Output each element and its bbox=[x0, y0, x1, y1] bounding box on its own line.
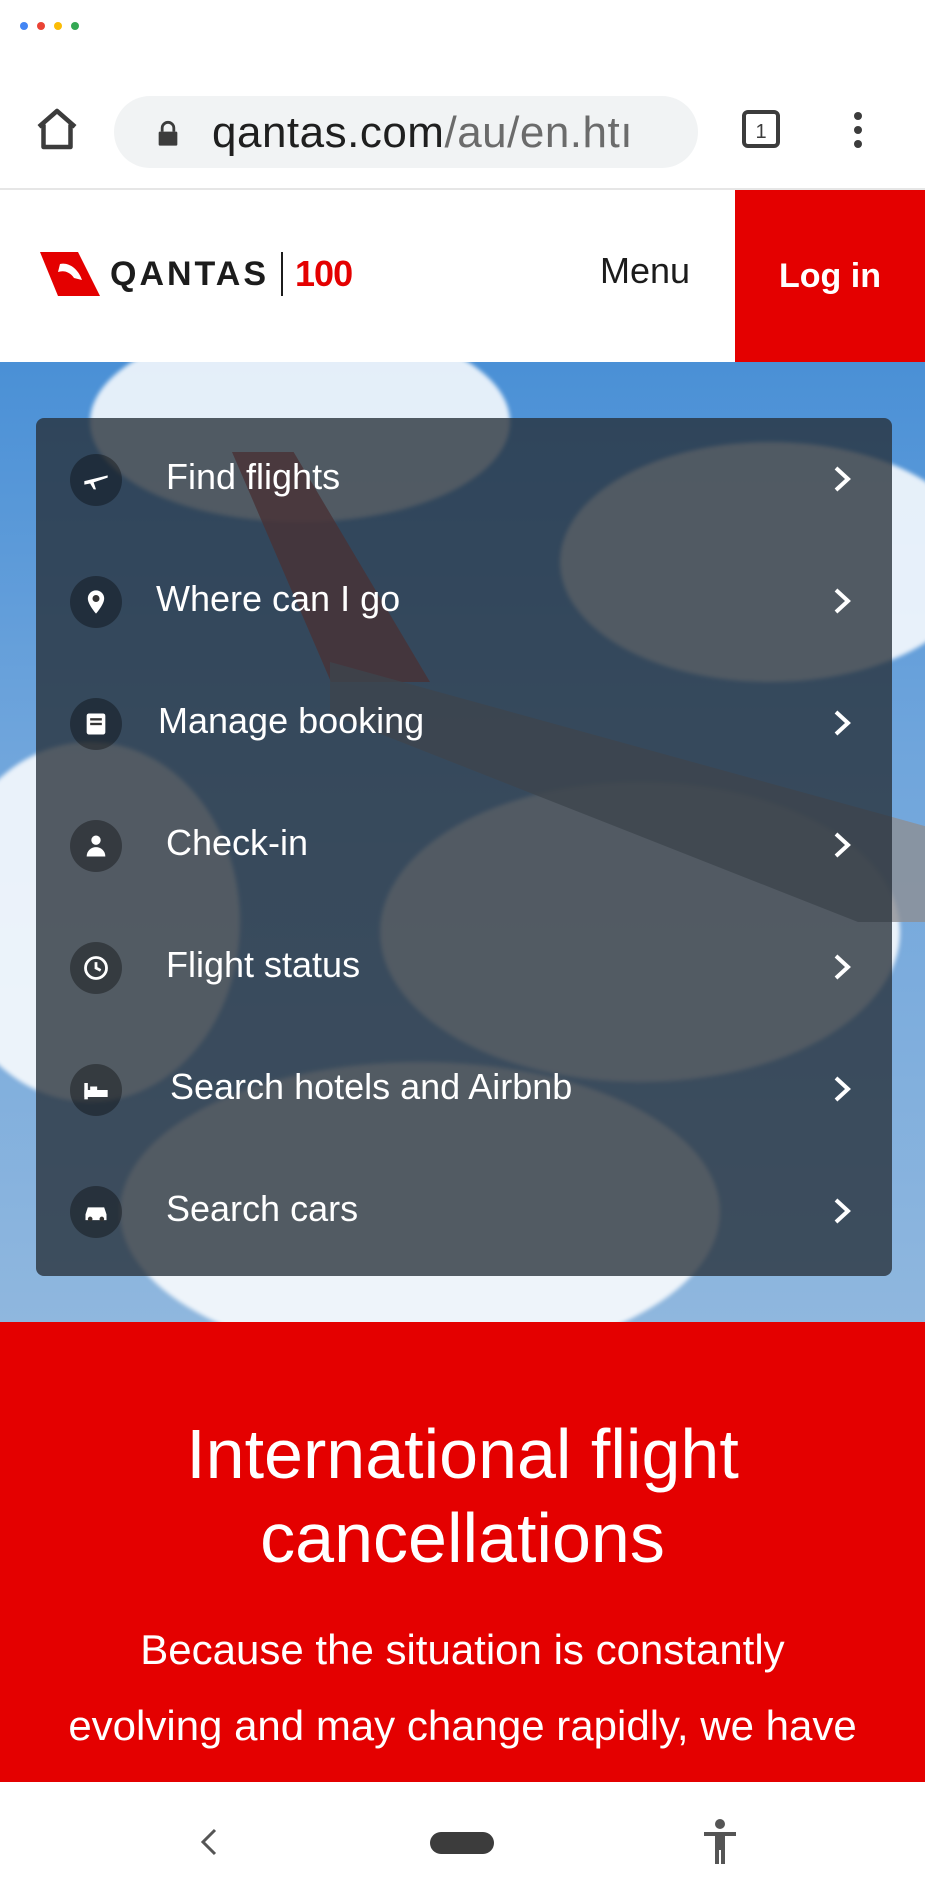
home-icon[interactable] bbox=[30, 102, 84, 156]
chevron-right-icon bbox=[834, 954, 851, 980]
alert-body: Because the situation is constantly evol… bbox=[68, 1626, 857, 1782]
status-dots bbox=[20, 22, 79, 30]
action-label: Check-in bbox=[166, 822, 309, 863]
location-pin-icon bbox=[70, 576, 122, 628]
accessibility-icon[interactable] bbox=[700, 1818, 740, 1866]
action-label: Flight status bbox=[166, 944, 361, 985]
chevron-right-icon bbox=[834, 466, 851, 492]
action-find-flights[interactable]: Find flights bbox=[36, 418, 892, 540]
url-bar[interactable]: qantas.com/au/en.htı bbox=[114, 96, 698, 168]
status-dot bbox=[20, 22, 28, 30]
action-where-can-i-go[interactable]: Where can I go bbox=[36, 540, 892, 662]
home-pill-icon[interactable] bbox=[430, 1832, 494, 1854]
action-label: Find flights bbox=[166, 456, 341, 497]
bed-icon bbox=[70, 1064, 122, 1116]
alert-heading[interactable]: International flight cancellations bbox=[60, 1412, 865, 1580]
chevron-right-icon bbox=[834, 588, 851, 614]
action-label: Search cars bbox=[166, 1188, 359, 1229]
site-header: QANTAS 100 Menu Log in bbox=[0, 190, 925, 362]
logo-badge-100: 100 bbox=[295, 253, 353, 294]
action-label: Search hotels and Airbnb bbox=[170, 1066, 573, 1107]
plane-icon bbox=[70, 454, 122, 506]
kangaroo-logo-icon bbox=[40, 252, 100, 296]
hero-banner: Find flights Where can I go Manage booki… bbox=[0, 362, 925, 1322]
url-path: /au/en.htı bbox=[444, 108, 633, 157]
system-nav-bar bbox=[0, 1782, 925, 1897]
browser-toolbar: qantas.com/au/en.htı 1 bbox=[0, 72, 925, 190]
back-icon[interactable] bbox=[195, 1824, 221, 1860]
menu-button[interactable]: Menu bbox=[600, 250, 690, 292]
chevron-right-icon bbox=[834, 710, 851, 736]
logo-divider bbox=[281, 252, 284, 296]
chevron-right-icon bbox=[834, 832, 851, 858]
clock-icon bbox=[70, 942, 122, 994]
action-search-hotels[interactable]: Search hotels and Airbnb bbox=[36, 1028, 892, 1150]
chevron-right-icon bbox=[834, 1198, 851, 1224]
alert-section: International flight cancellations Becau… bbox=[0, 1322, 925, 1782]
car-icon bbox=[70, 1186, 122, 1238]
action-search-cars[interactable]: Search cars bbox=[36, 1150, 892, 1272]
url-text[interactable]: qantas.com/au/en.htı bbox=[212, 108, 633, 158]
action-label: Where can I go bbox=[156, 578, 401, 619]
action-label: Manage booking bbox=[158, 700, 425, 741]
logo-wordmark: QANTAS bbox=[110, 254, 270, 293]
tab-switcher-button[interactable]: 1 bbox=[734, 102, 790, 158]
chevron-right-icon bbox=[834, 1076, 851, 1102]
action-check-in[interactable]: Check-in bbox=[36, 784, 892, 906]
qantas-logo[interactable]: QANTAS 100 bbox=[38, 248, 388, 300]
more-vert-icon[interactable] bbox=[838, 102, 878, 158]
url-host: qantas.com bbox=[212, 108, 445, 157]
login-button[interactable]: Log in bbox=[735, 190, 925, 362]
status-dot bbox=[54, 22, 62, 30]
action-manage-booking[interactable]: Manage booking bbox=[36, 662, 892, 784]
lock-icon[interactable] bbox=[154, 120, 182, 148]
status-dot bbox=[71, 22, 79, 30]
action-flight-status[interactable]: Flight status bbox=[36, 906, 892, 1028]
booking-icon bbox=[70, 698, 122, 750]
person-icon bbox=[70, 820, 122, 872]
status-bar bbox=[0, 0, 925, 72]
status-dot bbox=[37, 22, 45, 30]
tab-count: 1 bbox=[755, 121, 766, 143]
quick-actions-panel: Find flights Where can I go Manage booki… bbox=[36, 418, 892, 1276]
